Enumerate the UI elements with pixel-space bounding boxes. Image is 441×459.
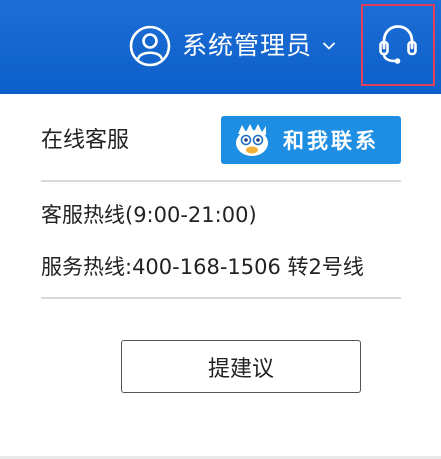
chevron-down-icon xyxy=(322,39,336,53)
contact-me-button[interactable]: 和我联系 xyxy=(221,116,401,164)
suggestion-button[interactable]: 提建议 xyxy=(121,340,361,393)
hotline-hours-text: 客服热线(9:00-21:00) xyxy=(41,203,257,227)
service-phone-text: 服务热线:400-168-1506 转2号线 xyxy=(41,255,364,279)
top-header: 系统管理员 xyxy=(0,0,441,94)
mascot-icon xyxy=(233,121,271,159)
user-circle-icon xyxy=(128,24,172,68)
user-name: 系统管理员 xyxy=(182,31,313,60)
contact-button-label: 和我联系 xyxy=(283,129,379,153)
divider-bottom xyxy=(41,297,401,299)
customer-support-button[interactable] xyxy=(361,4,435,86)
online-service-label: 在线客服 xyxy=(41,128,130,153)
divider-top xyxy=(41,180,401,182)
headset-icon xyxy=(376,21,420,69)
user-menu[interactable]: 系统管理员 xyxy=(128,20,336,72)
